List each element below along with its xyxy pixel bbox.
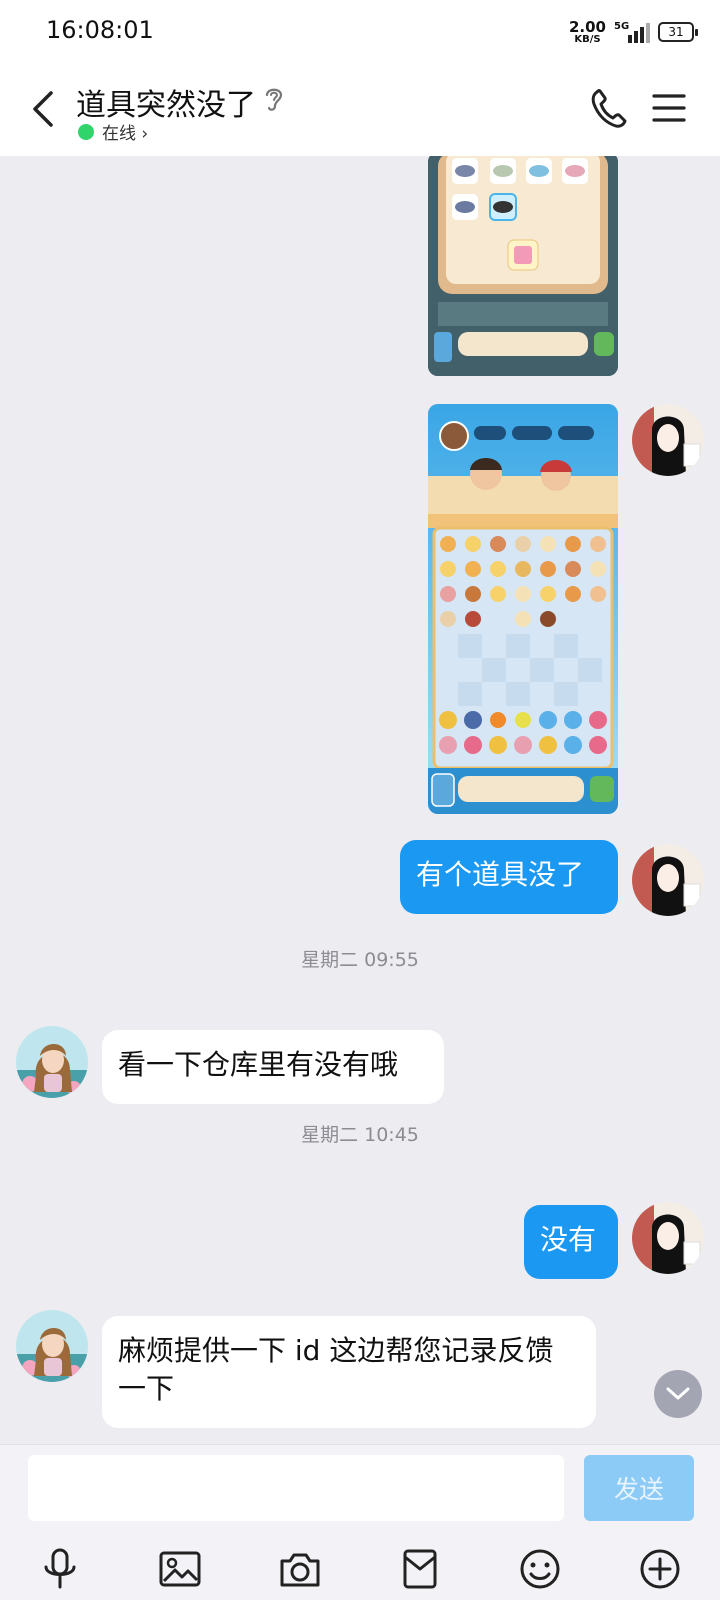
ear-icon[interactable] [262, 84, 286, 114]
agent-avatar[interactable] [16, 1310, 88, 1382]
avatar-image [16, 1026, 88, 1098]
message-timestamp: 星期二 09:55 [301, 949, 419, 971]
online-dot [78, 123, 94, 140]
message-bubble-sent[interactable]: 有个道具没了 [400, 840, 618, 914]
network-type: 5G [614, 21, 630, 32]
emoji-icon [520, 1549, 560, 1589]
online-status[interactable]: 在线 › [78, 119, 148, 144]
signal-icon: 5G [614, 21, 650, 43]
microphone-icon [44, 1548, 76, 1589]
my-avatar[interactable] [632, 404, 704, 476]
chat-header: 道具突然没了 在线 › [0, 64, 720, 156]
send-button[interactable]: 发送 [584, 1455, 694, 1521]
more-button[interactable] [636, 1545, 684, 1593]
message-input[interactable] [28, 1455, 564, 1521]
network-speed-value: 2.00 [568, 17, 606, 36]
my-avatar[interactable] [632, 1202, 704, 1274]
message-bubble-received[interactable]: 看一下仓库里有没有哦 [102, 1030, 444, 1104]
voice-button[interactable] [36, 1545, 84, 1593]
battery-icon: 31 [658, 22, 698, 42]
chevron-down-icon [666, 1387, 690, 1400]
emoji-button[interactable] [516, 1545, 564, 1593]
online-status-label: 在线 › [102, 124, 149, 144]
image-icon [159, 1551, 201, 1587]
avatar-image [16, 1310, 88, 1382]
status-icons: 2.00 KB/S 5G 31 [568, 16, 698, 48]
red-packet-button[interactable] [396, 1545, 444, 1593]
network-speed: 2.00 KB/S [568, 17, 606, 45]
input-toolbar [0, 1545, 720, 1600]
red-packet-icon [403, 1549, 437, 1589]
message-list[interactable]: 有个道具没了 星期二 09:55 看一下仓库里有没有哦 星期二 10:45 没有 [0, 156, 720, 1444]
image-message[interactable] [428, 404, 618, 814]
game-screenshot-image [428, 156, 618, 376]
agent-avatar[interactable] [16, 1026, 88, 1098]
avatar-image [632, 404, 704, 476]
chat-title: 道具突然没了 [76, 88, 256, 123]
image-button[interactable] [156, 1545, 204, 1593]
avatar-image [632, 844, 704, 916]
game-screenshot-image [428, 404, 618, 814]
my-avatar[interactable] [632, 844, 704, 916]
avatar-image [632, 1202, 704, 1274]
status-time: 16:08:01 [46, 16, 154, 44]
plus-icon [640, 1549, 680, 1589]
battery-level: 31 [668, 25, 684, 39]
camera-icon [280, 1553, 320, 1587]
menu-icon[interactable] [652, 90, 686, 126]
status-bar: 16:08:01 2.00 KB/S 5G 31 [0, 0, 720, 64]
image-message[interactable] [428, 156, 618, 376]
message-timestamp: 星期二 10:45 [301, 1124, 419, 1146]
message-bubble-sent[interactable]: 没有 [524, 1205, 618, 1279]
camera-button[interactable] [276, 1545, 324, 1593]
back-arrow-icon [33, 91, 53, 127]
phone-icon[interactable] [588, 86, 628, 132]
message-bubble-received[interactable]: 麻烦提供一下 id 这边帮您记录反馈一下 [102, 1316, 596, 1428]
scroll-to-bottom-button[interactable] [654, 1370, 702, 1418]
input-bar: 发送 [0, 1444, 720, 1600]
network-speed-unit: KB/S [574, 33, 601, 45]
back-button[interactable] [22, 84, 62, 134]
